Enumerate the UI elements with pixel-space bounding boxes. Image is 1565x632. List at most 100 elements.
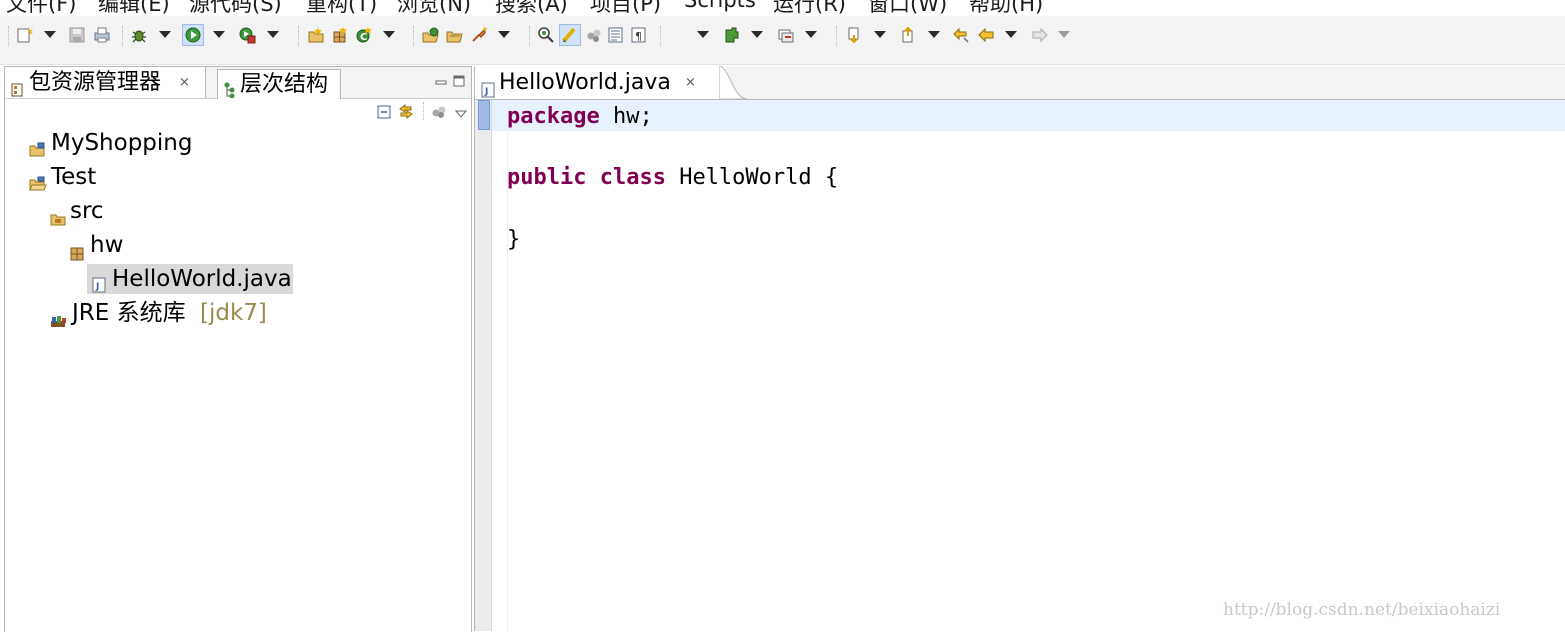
menu-edit[interactable]: 编辑(E): [98, 0, 170, 16]
view-toolbar: [5, 99, 471, 123]
search-icon[interactable]: [470, 26, 488, 44]
annotation-dropdown-arrow-icon[interactable]: [751, 31, 763, 38]
tree-item-label: src: [70, 198, 104, 224]
show-whitespace-icon[interactable]: ¶: [630, 26, 648, 44]
last-edit-location-icon[interactable]: [952, 26, 970, 44]
tree-item-label: JRE 系统库: [72, 300, 186, 326]
menu-window[interactable]: 窗口(W): [868, 0, 947, 16]
window-dropdown-arrow-icon[interactable]: [805, 31, 817, 38]
tree-item-label: MyShopping: [51, 130, 193, 156]
link-with-editor-icon[interactable]: [398, 103, 414, 123]
forward-dropdown-arrow-icon[interactable]: [1058, 31, 1070, 38]
menu-bar: 文件(F) 编辑(E) 源代码(S) 重构(T) 浏览(N) 搜索(A) 项目(…: [0, 0, 1565, 16]
new-wizard-icon[interactable]: [16, 26, 34, 44]
run-dropdown-arrow-icon[interactable]: [213, 31, 225, 38]
previous-edit-icon[interactable]: [899, 26, 917, 44]
block-selection-icon[interactable]: [585, 26, 603, 44]
toggle-word-wrap-icon[interactable]: [607, 26, 625, 44]
tab-curve: [719, 66, 747, 100]
toolbar-separator: [529, 26, 531, 46]
print-icon[interactable]: [93, 26, 111, 44]
mark-occurrences-icon[interactable]: [559, 24, 581, 46]
menu-navigate[interactable]: 浏览(N): [397, 0, 471, 16]
watermark: http://blog.csdn.net/beixiaohaizi: [1223, 600, 1501, 620]
menu-source[interactable]: 源代码(S): [189, 0, 282, 16]
new-java-project-icon[interactable]: [307, 26, 325, 44]
jre-decoration: [jdk7]: [200, 300, 267, 326]
svg-text:C: C: [360, 32, 367, 43]
menu-scripts[interactable]: Scripts: [684, 0, 756, 12]
source-folder-icon: [50, 204, 66, 234]
previous-dropdown-arrow-icon[interactable]: [928, 31, 940, 38]
new-class-dropdown-arrow-icon[interactable]: [383, 31, 395, 38]
open-task-icon[interactable]: [446, 26, 464, 44]
forward-icon[interactable]: [1031, 26, 1049, 44]
history-dropdown-arrow-icon[interactable]: [697, 31, 709, 38]
tree-item-helloworld-java[interactable]: J HelloWorld.java: [87, 264, 293, 294]
tab-package-explorer-label: 包资源管理器: [29, 70, 162, 95]
maximize-icon[interactable]: [453, 72, 465, 91]
code-line-5[interactable]: }: [507, 224, 520, 255]
code-line-3[interactable]: public class HelloWorld {: [507, 162, 838, 193]
save-icon[interactable]: [68, 26, 86, 44]
menu-refactor[interactable]: 重构(T): [306, 0, 377, 16]
keyword: package: [507, 104, 600, 129]
focus-on-working-set-icon[interactable]: [431, 104, 447, 123]
toggle-breadcrumb-icon[interactable]: [537, 26, 555, 44]
package-icon: [70, 239, 84, 269]
keyword: public class: [507, 165, 666, 190]
menu-file[interactable]: 文件(F): [6, 0, 76, 16]
project-closed-icon: [29, 136, 47, 166]
close-icon[interactable]: ×: [685, 66, 696, 99]
code-line-1[interactable]: package hw;: [507, 101, 653, 132]
view-menu-icon[interactable]: [454, 104, 468, 123]
toolbar-separator: [8, 26, 10, 46]
toolbar-separator: [298, 26, 300, 46]
editor-tab-label: HelloWorld.java: [499, 70, 671, 95]
editor-area: J HelloWorld.java × package hw; public c…: [474, 66, 1565, 631]
toolbar: C ¶: [0, 16, 1565, 65]
current-line-marker: [478, 100, 490, 130]
back-icon[interactable]: [977, 26, 995, 44]
menu-search[interactable]: 搜索(A): [495, 0, 568, 16]
code-text: hw;: [599, 104, 653, 129]
next-dropdown-arrow-icon[interactable]: [874, 31, 886, 38]
next-edit-icon[interactable]: [845, 26, 863, 44]
toolbar-separator: [660, 26, 662, 46]
external-tools-dropdown-arrow-icon[interactable]: [267, 31, 279, 38]
tree-item-label: Test: [51, 164, 97, 190]
svg-text:J: J: [484, 87, 488, 97]
menu-project[interactable]: 项目(P): [590, 0, 661, 16]
open-type-icon[interactable]: [422, 26, 440, 44]
next-annotation-icon[interactable]: [722, 26, 740, 44]
new-dropdown-arrow-icon[interactable]: [44, 31, 56, 38]
new-package-icon[interactable]: [331, 26, 349, 44]
run-icon[interactable]: [182, 24, 204, 46]
tab-hierarchy-label: 层次结构: [240, 72, 329, 97]
editor-ruler: [475, 100, 492, 631]
toolbar-separator: [413, 26, 415, 46]
debug-icon[interactable]: [130, 26, 148, 44]
menu-help[interactable]: 帮助(H): [969, 0, 1043, 16]
back-dropdown-arrow-icon[interactable]: [1005, 31, 1017, 38]
current-line-highlight: [492, 100, 1565, 131]
tree-item-label: HelloWorld.java: [112, 266, 292, 292]
debug-dropdown-arrow-icon[interactable]: [159, 31, 171, 38]
package-explorer-view: 包资源管理器 × 层次结构 MyShopping Test src hw J H…: [4, 66, 472, 632]
search-dropdown-arrow-icon[interactable]: [498, 31, 510, 38]
external-tools-icon[interactable]: [238, 26, 256, 44]
java-file-icon: J: [92, 271, 106, 301]
view-tab-bar: 包资源管理器 × 层次结构: [5, 67, 471, 99]
toolbar-separator: [836, 26, 838, 46]
tab-package-explorer[interactable]: 包资源管理器 ×: [5, 67, 206, 98]
previous-annotation-icon[interactable]: [777, 26, 795, 44]
tab-hierarchy[interactable]: 层次结构: [217, 69, 341, 99]
collapse-all-icon[interactable]: [377, 104, 391, 123]
code-text: }: [507, 227, 521, 252]
editor-tab-helloworld[interactable]: J HelloWorld.java ×: [475, 66, 747, 100]
close-icon[interactable]: ×: [179, 67, 190, 98]
project-open-icon: [29, 170, 47, 200]
new-class-icon[interactable]: C: [355, 26, 373, 44]
minimize-icon[interactable]: [435, 73, 447, 92]
menu-run[interactable]: 运行(R): [773, 0, 846, 16]
